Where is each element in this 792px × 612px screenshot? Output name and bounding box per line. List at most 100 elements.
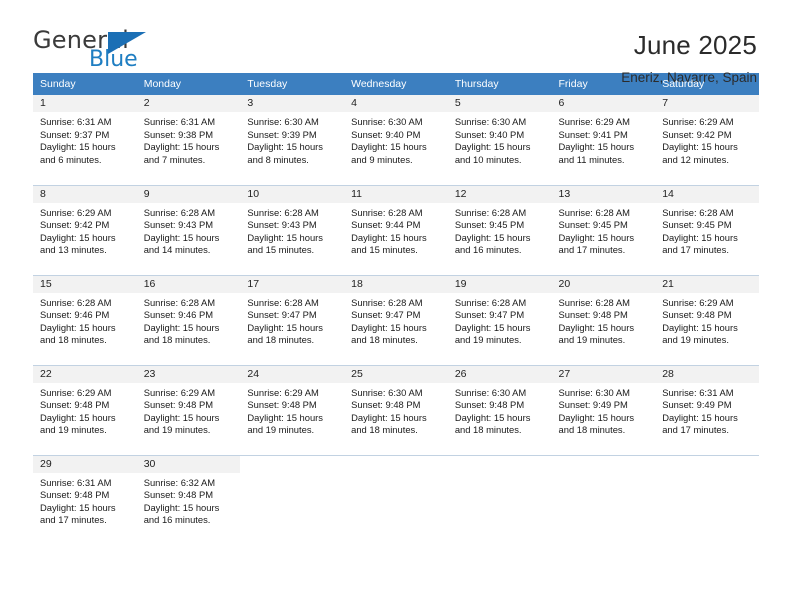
calendar-day-cell[interactable]: 5 Sunrise: 6:30 AM Sunset: 9:40 PM Daylight…: [447, 95, 552, 185]
calendar-day-cell[interactable]: 14 Sunrise: 6:28 AM Sunset: 9:45 PM Dayligh…: [655, 184, 759, 275]
sunset-text: Sunset: 9:46 PM: [143, 309, 214, 321]
calendar-day-cell[interactable]: 2 Sunrise: 6:31 AM Sunset: 9:38 PM Daylight…: [136, 95, 241, 185]
day-cell-content: 27 Sunrise: 6:30 AM Sunset: 9:49 PM Dayligh…: [551, 365, 656, 455]
calendar-day-cell[interactable]: 9 Sunrise: 6:28 AM Sunset: 9:43 PM Daylight…: [136, 184, 241, 275]
day-number: 21: [655, 275, 759, 293]
sunrise-text: Sunrise: 6:31 AM: [40, 476, 112, 488]
sunrise-text: Sunrise: 6:29 AM: [662, 296, 734, 308]
calendar-day-cell[interactable]: 1 Sunrise: 6:31 AM Sunset: 9:37 PM Daylight…: [33, 95, 137, 185]
day-details: Sunrise: 6:30 AM Sunset: 9:49 PM Daylight:…: [552, 383, 656, 437]
daylight-text-line1: Daylight: 15 hours: [454, 141, 531, 153]
sunset-text: Sunset: 9:48 PM: [454, 399, 525, 411]
sunrise-text: Sunrise: 6:28 AM: [143, 206, 216, 218]
calendar-day-cell[interactable]: 23 Sunrise: 6:29 AM Sunset: 9:48 PM Dayligh…: [136, 364, 241, 455]
day-cell-content: 16 Sunrise: 6:28 AM Sunset: 9:46 PM Dayligh…: [136, 275, 241, 365]
sunrise-text: Sunrise: 6:29 AM: [40, 386, 112, 398]
general-blue-logo[interactable]: General Blue: [33, 28, 173, 78]
day-details: Sunrise: 6:31 AM Sunset: 9:37 PM Daylight:…: [33, 112, 137, 166]
day-number: 19: [447, 275, 552, 293]
day-details: Sunrise: 6:29 AM Sunset: 9:48 PM Daylight:…: [655, 293, 759, 347]
day-number: 23: [136, 365, 241, 383]
calendar-day-cell[interactable]: 13 Sunrise: 6:28 AM Sunset: 9:45 PM Dayligh…: [551, 184, 656, 275]
calendar-day-cell[interactable]: 21 Sunrise: 6:29 AM Sunset: 9:48 PM Dayligh…: [655, 274, 759, 365]
calendar-day-cell[interactable]: 19 Sunrise: 6:28 AM Sunset: 9:47 PM Dayligh…: [447, 274, 552, 365]
day-number: 28: [655, 365, 759, 383]
calendar-day-cell[interactable]: 30 Sunrise: 6:32 AM Sunset: 9:48 PM Dayligh…: [136, 454, 241, 546]
sunrise-text: Sunrise: 6:28 AM: [662, 206, 734, 218]
calendar-day-cell[interactable]: 16 Sunrise: 6:28 AM Sunset: 9:46 PM Dayligh…: [136, 274, 241, 365]
calendar-day-cell[interactable]: 10 Sunrise: 6:28 AM Sunset: 9:43 PM Dayligh…: [240, 184, 345, 275]
sunset-text: Sunset: 9:49 PM: [662, 399, 732, 411]
day-number: 24: [240, 365, 345, 383]
calendar-empty-cell: [447, 454, 552, 545]
day-number: 8: [33, 185, 137, 203]
daylight-text-line2: and 9 minutes.: [351, 153, 413, 165]
calendar-day-cell[interactable]: 7 Sunrise: 6:29 AM Sunset: 9:42 PM Daylight…: [655, 95, 759, 185]
day-cell-content: 21 Sunrise: 6:29 AM Sunset: 9:48 PM Dayligh…: [655, 275, 759, 365]
day-cell-content: 15 Sunrise: 6:28 AM Sunset: 9:46 PM Dayligh…: [33, 275, 137, 365]
calendar-day-cell[interactable]: 6 Sunrise: 6:29 AM Sunset: 9:41 PM Daylight…: [551, 95, 656, 185]
day-cell-content: 24 Sunrise: 6:29 AM Sunset: 9:48 PM Dayligh…: [240, 365, 345, 455]
calendar-day-cell[interactable]: 4 Sunrise: 6:30 AM Sunset: 9:40 PM Daylight…: [344, 95, 448, 185]
day-details: Sunrise: 6:28 AM Sunset: 9:46 PM Daylight:…: [33, 293, 137, 347]
calendar-day-cell[interactable]: 28 Sunrise: 6:31 AM Sunset: 9:49 PM Dayligh…: [655, 364, 759, 455]
sunrise-text: Sunrise: 6:30 AM: [454, 386, 527, 398]
sunset-text: Sunset: 9:49 PM: [558, 399, 628, 411]
day-details: Sunrise: 6:29 AM Sunset: 9:48 PM Daylight:…: [240, 383, 344, 437]
calendar-day-cell[interactable]: 24 Sunrise: 6:29 AM Sunset: 9:48 PM Dayligh…: [240, 364, 345, 455]
calendar-day-cell[interactable]: 20 Sunrise: 6:28 AM Sunset: 9:48 PM Dayligh…: [551, 274, 656, 365]
calendar-week-row: 29 Sunrise: 6:31 AM Sunset: 9:48 PM Dayligh…: [33, 454, 759, 546]
daylight-text-line2: and 10 minutes.: [454, 153, 522, 165]
calendar-day-cell[interactable]: 26 Sunrise: 6:30 AM Sunset: 9:48 PM Dayligh…: [447, 364, 552, 455]
day-details: Sunrise: 6:28 AM Sunset: 9:45 PM Daylight:…: [552, 203, 656, 257]
daylight-text-line1: Daylight: 15 hours: [40, 321, 116, 333]
day-number: 15: [33, 275, 137, 293]
daylight-text-line1: Daylight: 15 hours: [558, 411, 635, 423]
day-details: Sunrise: 6:32 AM Sunset: 9:48 PM Daylight:…: [137, 473, 241, 527]
sunset-text: Sunset: 9:48 PM: [143, 489, 214, 501]
calendar-day-cell[interactable]: 12 Sunrise: 6:28 AM Sunset: 9:45 PM Dayligh…: [447, 184, 552, 275]
daylight-text-line2: and 16 minutes.: [454, 244, 522, 256]
daylight-text-line1: Daylight: 15 hours: [143, 501, 220, 513]
sunrise-text: Sunrise: 6:30 AM: [454, 116, 527, 127]
calendar-day-cell[interactable]: 11 Sunrise: 6:28 AM Sunset: 9:44 PM Dayligh…: [344, 184, 448, 275]
sunset-text: Sunset: 9:46 PM: [40, 309, 110, 321]
sunrise-text: Sunrise: 6:29 AM: [40, 206, 112, 218]
sunrise-text: Sunrise: 6:28 AM: [454, 296, 527, 308]
day-number: 9: [136, 185, 241, 203]
day-cell-content: 12 Sunrise: 6:28 AM Sunset: 9:45 PM Dayligh…: [447, 185, 552, 275]
sunrise-text: Sunrise: 6:28 AM: [247, 296, 319, 308]
sunrise-text: Sunrise: 6:28 AM: [558, 296, 630, 308]
calendar-day-cell[interactable]: 27 Sunrise: 6:30 AM Sunset: 9:49 PM Dayligh…: [551, 364, 656, 455]
daylight-text-line2: and 17 minutes.: [662, 424, 729, 436]
day-cell-content: 13 Sunrise: 6:28 AM Sunset: 9:45 PM Dayligh…: [551, 185, 656, 275]
calendar-day-cell[interactable]: 22 Sunrise: 6:29 AM Sunset: 9:48 PM Dayligh…: [33, 364, 137, 455]
calendar-day-cell[interactable]: 17 Sunrise: 6:28 AM Sunset: 9:47 PM Dayligh…: [240, 274, 345, 365]
calendar-day-cell[interactable]: 25 Sunrise: 6:30 AM Sunset: 9:48 PM Dayligh…: [344, 364, 448, 455]
daylight-text-line2: and 17 minutes.: [662, 244, 729, 256]
sunrise-text: Sunrise: 6:28 AM: [351, 206, 423, 218]
sunrise-text: Sunrise: 6:31 AM: [662, 386, 734, 398]
sunset-text: Sunset: 9:47 PM: [454, 309, 525, 321]
daylight-text-line2: and 15 minutes.: [247, 244, 315, 256]
calendar-week-row: 15 Sunrise: 6:28 AM Sunset: 9:46 PM Dayligh…: [33, 274, 759, 365]
day-details: Sunrise: 6:30 AM Sunset: 9:39 PM Daylight:…: [240, 112, 344, 166]
calendar-day-cell[interactable]: 15 Sunrise: 6:28 AM Sunset: 9:46 PM Dayligh…: [33, 274, 137, 365]
day-number: 11: [344, 185, 448, 203]
logo-text-blue: Blue: [89, 47, 138, 72]
calendar-day-cell[interactable]: 8 Sunrise: 6:29 AM Sunset: 9:42 PM Daylight…: [33, 184, 137, 275]
daylight-text-line2: and 17 minutes.: [558, 244, 626, 256]
daylight-text-line2: and 18 minutes.: [351, 424, 418, 436]
calendar-day-cell[interactable]: 3 Sunrise: 6:30 AM Sunset: 9:39 PM Daylight…: [240, 95, 345, 185]
sunrise-text: Sunrise: 6:29 AM: [558, 116, 630, 127]
sunset-text: Sunset: 9:42 PM: [40, 219, 110, 231]
day-details: Sunrise: 6:28 AM Sunset: 9:47 PM Daylight:…: [240, 293, 344, 347]
day-details: Sunrise: 6:30 AM Sunset: 9:40 PM Daylight:…: [344, 112, 448, 166]
daylight-text-line1: Daylight: 15 hours: [40, 501, 116, 513]
day-cell-content: 17 Sunrise: 6:28 AM Sunset: 9:47 PM Dayligh…: [240, 275, 345, 365]
day-cell-content: 30 Sunrise: 6:32 AM Sunset: 9:48 PM Dayligh…: [136, 455, 241, 546]
day-details: Sunrise: 6:31 AM Sunset: 9:38 PM Daylight:…: [137, 112, 241, 166]
calendar-day-cell[interactable]: 18 Sunrise: 6:28 AM Sunset: 9:47 PM Dayligh…: [344, 274, 448, 365]
daylight-text-line1: Daylight: 15 hours: [143, 141, 220, 153]
calendar-day-cell[interactable]: 29 Sunrise: 6:31 AM Sunset: 9:48 PM Dayligh…: [33, 454, 137, 545]
